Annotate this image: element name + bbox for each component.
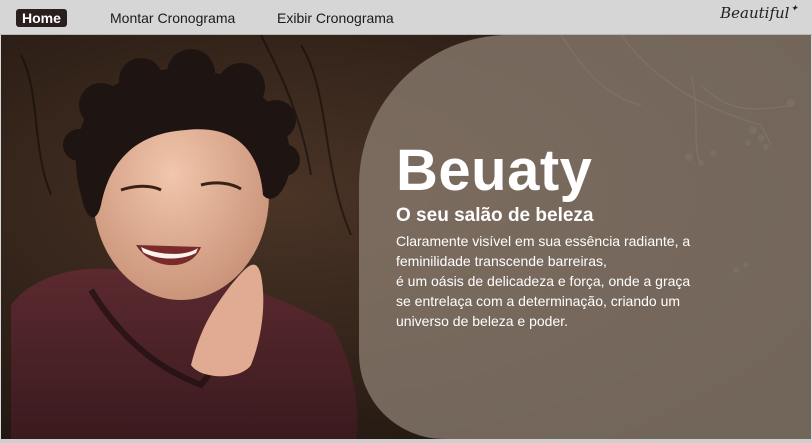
- nav-home-link[interactable]: Home: [16, 9, 67, 27]
- hero-description-line: feminilidade transcende barreiras,: [396, 253, 607, 269]
- hero-description: Claramente visível em sua essência radia…: [396, 231, 726, 331]
- hero-subtitle: O seu salão de beleza: [396, 205, 594, 226]
- hero-description-line: Claramente visível em sua essência radia…: [396, 233, 691, 249]
- hero-banner: Beuaty O seu salão de beleza Claramente …: [1, 35, 811, 439]
- bottom-edge: [0, 439, 812, 443]
- top-navbar: Home Montar Cronograma Exibir Cronograma…: [0, 0, 812, 35]
- brand-logo-text: Beautiful: [720, 4, 790, 22]
- hero-description-line: universo de beleza e poder.: [396, 313, 569, 329]
- brand-logo[interactable]: Beautiful✦: [720, 4, 798, 22]
- hero-description-line: é um oásis de delicadeza e força, onde a…: [396, 273, 691, 289]
- nav-montar-cronograma-link[interactable]: Montar Cronograma: [110, 9, 235, 27]
- hero-description-line: se entrelaça com a determinação, criando…: [396, 293, 681, 309]
- sparkle-icon: ✦: [790, 4, 798, 14]
- nav-exibir-cronograma-link[interactable]: Exibir Cronograma: [277, 9, 394, 27]
- hero-title: Beuaty: [396, 138, 593, 203]
